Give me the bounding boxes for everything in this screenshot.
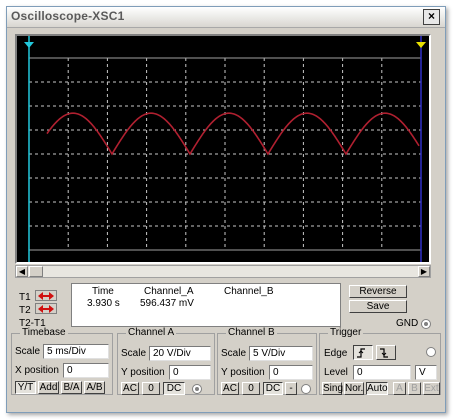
horizontal-scrollbar[interactable]: ◀ ▶: [15, 265, 431, 278]
reverse-button[interactable]: Reverse: [349, 285, 407, 298]
double-arrow-icon: [38, 305, 54, 313]
rising-edge-button[interactable]: [353, 345, 373, 360]
t2-move-button[interactable]: [35, 303, 57, 314]
timebase-scale-field[interactable]: 5 ms/Div: [43, 344, 109, 359]
rising-edge-icon: [357, 348, 365, 358]
col-channel-b: Channel_B: [224, 286, 274, 297]
cursor-controls: T1 T2 T2-T1: [15, 283, 67, 329]
trigger-source-ext-button[interactable]: Ext: [423, 382, 440, 395]
trigger-source-b-button[interactable]: B: [408, 382, 421, 395]
channel-a-scale-field[interactable]: 20 V/Div: [149, 346, 211, 361]
t2-label: T2: [19, 305, 31, 316]
trigger-level-label: Level: [324, 367, 348, 378]
channel-a-dc-button[interactable]: DC: [163, 382, 185, 395]
measurement-readout: Time Channel_A Channel_B 3.930 s 596.437…: [71, 283, 341, 327]
timebase-group: Timebase Scale 5 ms/Div X position 0 Y/T…: [11, 327, 113, 395]
mode-ba-button[interactable]: B/A: [61, 381, 82, 394]
scope-display: [15, 34, 431, 264]
trigger-radio[interactable]: [426, 347, 436, 357]
scope-plot: [24, 36, 426, 262]
close-button[interactable]: ×: [423, 9, 440, 25]
trigger-auto-button[interactable]: Auto: [366, 382, 388, 395]
gnd-label: GND: [396, 318, 419, 329]
title-bar: Oscilloscope-XSC1 ×: [7, 7, 445, 28]
channel-b-minus-button[interactable]: -: [285, 382, 297, 395]
mode-ab-button[interactable]: A/B: [84, 381, 105, 394]
channel-b-radio[interactable]: [301, 384, 311, 394]
cursor-t2-marker: [416, 42, 426, 48]
channel-a-group: Channel A Scale 20 V/Div Y position 0 AC…: [117, 327, 215, 395]
col-channel-a: Channel_A: [144, 286, 194, 297]
t1-label: T1: [19, 292, 31, 303]
channel-a-title: Channel A: [126, 327, 177, 338]
x-position-label: X position: [15, 365, 59, 376]
trigger-level-field[interactable]: 0: [353, 365, 411, 380]
scroll-left-arrow[interactable]: ◀: [16, 266, 28, 277]
timebase-scale-label: Scale: [15, 346, 41, 357]
cursor-t1-marker: [24, 42, 34, 48]
t1-channel-a-value: 596.437 mV: [140, 298, 194, 309]
window-title: Oscilloscope-XSC1: [11, 9, 125, 23]
channel-a-radio[interactable]: [192, 384, 202, 394]
channel-b-dc-button[interactable]: DC: [263, 382, 283, 395]
oscilloscope-window: Oscilloscope-XSC1 × ◀ ▶ T1 T2 T2-T1 Time…: [6, 6, 446, 413]
mode-yt-button[interactable]: Y/T: [15, 381, 36, 394]
channel-b-ypos-field[interactable]: 0: [269, 365, 313, 380]
timebase-title: Timebase: [20, 327, 68, 338]
channel-a-zero-button[interactable]: 0: [142, 382, 160, 395]
x-position-field[interactable]: 0: [63, 363, 109, 378]
double-arrow-icon: [38, 292, 54, 300]
channel-a-scale-label: Scale: [121, 348, 147, 359]
channel-a-ypos-label: Y position: [121, 367, 165, 378]
trigger-source-a-button[interactable]: A: [393, 382, 406, 395]
channel-a-ac-button[interactable]: AC: [121, 382, 139, 395]
trigger-group: Trigger Edge Level 0 V Sing. Nor. Auto A…: [319, 327, 441, 395]
channel-b-ypos-label: Y position: [221, 367, 265, 378]
falling-edge-button[interactable]: [376, 345, 396, 360]
t1-move-button[interactable]: [35, 290, 57, 301]
trigger-single-button[interactable]: Sing.: [322, 382, 346, 395]
scroll-right-arrow[interactable]: ▶: [418, 266, 430, 277]
channel-b-scale-field[interactable]: 5 V/Div: [249, 346, 313, 361]
channel-b-scale-label: Scale: [221, 348, 247, 359]
t1-time-value: 3.930 s: [87, 298, 120, 309]
gnd-radio[interactable]: [421, 319, 431, 329]
channel-b-title: Channel B: [226, 327, 277, 338]
channel-a-ypos-field[interactable]: 0: [169, 365, 211, 380]
channel-a-trace: [46, 112, 420, 156]
channel-b-ac-button[interactable]: AC: [221, 382, 239, 395]
save-button[interactable]: Save: [349, 300, 407, 313]
scroll-thumb[interactable]: [29, 266, 43, 277]
trigger-title: Trigger: [328, 327, 364, 338]
falling-edge-icon: [380, 348, 388, 358]
trigger-edge-label: Edge: [324, 348, 348, 359]
col-time: Time: [92, 286, 114, 297]
mode-add-button[interactable]: Add: [38, 381, 59, 394]
trigger-normal-button[interactable]: Nor.: [344, 382, 364, 395]
trigger-level-unit[interactable]: V: [415, 365, 437, 380]
channel-b-zero-button[interactable]: 0: [242, 382, 260, 395]
channel-b-group: Channel B Scale 5 V/Div Y position 0 AC …: [217, 327, 317, 395]
